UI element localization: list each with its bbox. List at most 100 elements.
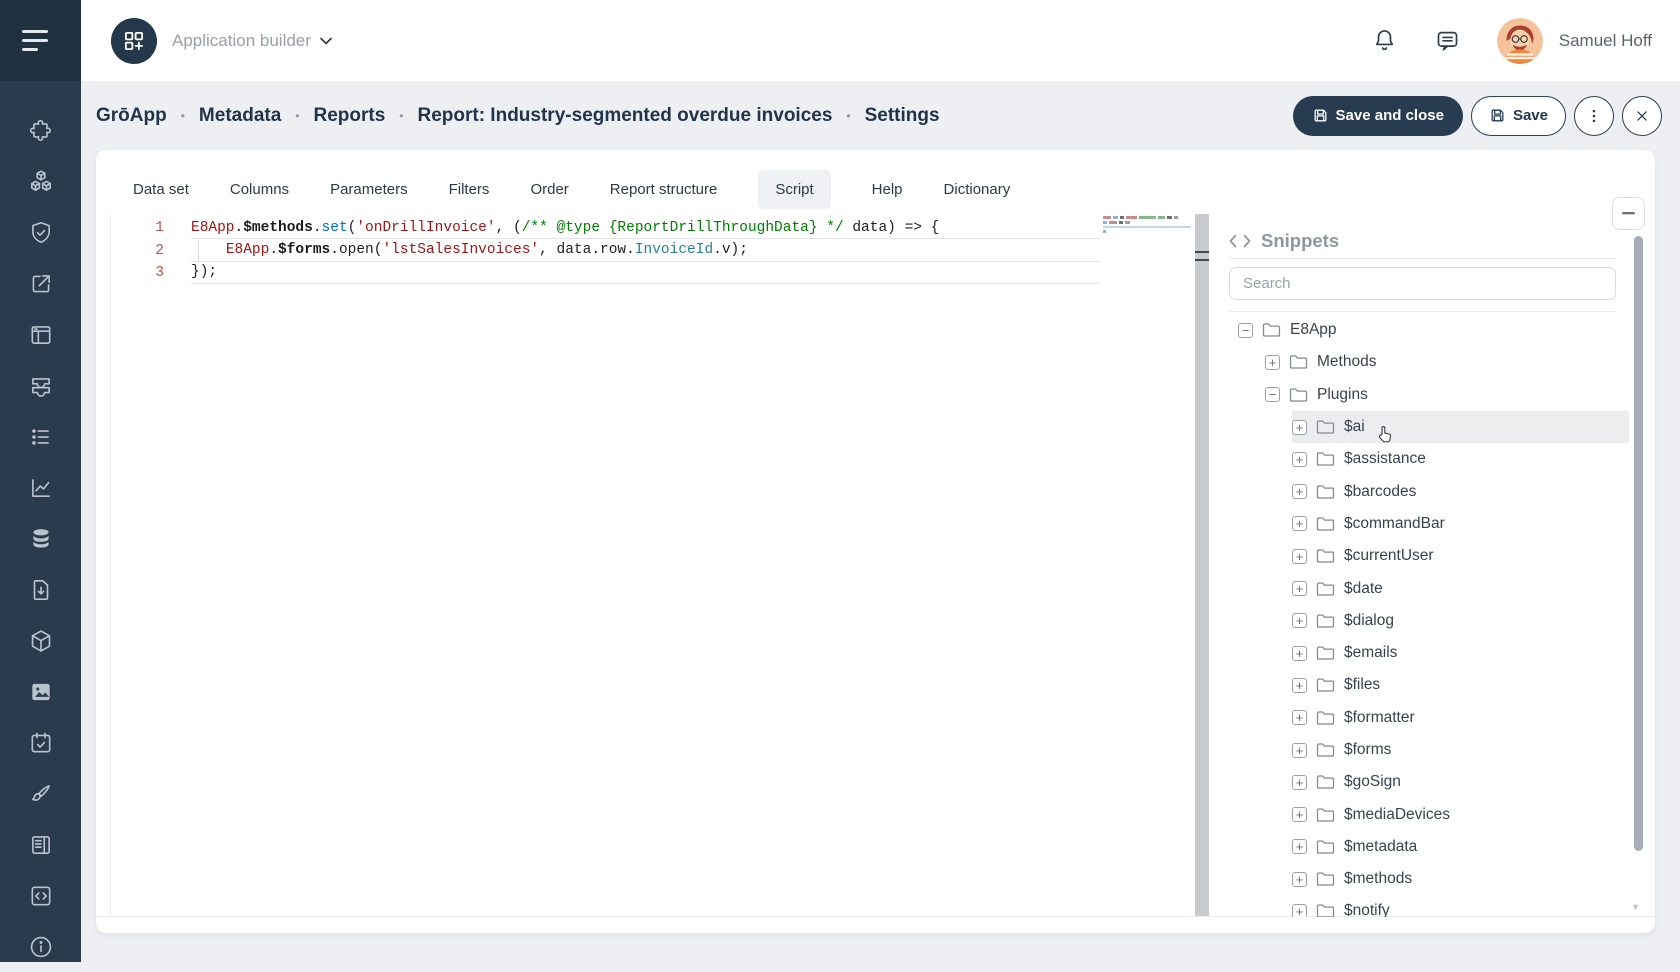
expand-toggle[interactable]: + [1292, 678, 1307, 693]
tree-item-methods[interactable]: +Methods [1265, 346, 1629, 378]
sidebar-item-inbox-stack[interactable] [0, 360, 81, 411]
expand-toggle[interactable]: + [1292, 872, 1307, 887]
folder-icon [1316, 613, 1335, 629]
tab-help[interactable]: Help [872, 170, 903, 209]
tree-item-emails[interactable]: +$emails [1292, 637, 1629, 669]
snippets-search-input[interactable] [1229, 267, 1616, 300]
tree-item-currentuser[interactable]: + $currentUser [1292, 540, 1629, 572]
tree-item-plugins[interactable]: −Plugins [1265, 379, 1629, 411]
expand-toggle[interactable]: + [1265, 355, 1280, 370]
tree-item-label: $dialog [1344, 612, 1394, 630]
expand-toggle[interactable]: − [1265, 387, 1280, 402]
sidebar-item-info[interactable] [0, 921, 81, 972]
tree-item-label: $assistance [1344, 450, 1426, 468]
tab-filters[interactable]: Filters [449, 170, 490, 209]
tab-parameters[interactable]: Parameters [330, 170, 408, 209]
breadcrumb-separator: • [399, 109, 403, 123]
close-button[interactable] [1622, 96, 1662, 136]
save-and-close-button[interactable]: Save and close [1293, 96, 1463, 136]
tree-item-label: $forms [1344, 741, 1391, 759]
sidebar-item-cube[interactable] [0, 615, 81, 666]
expand-toggle[interactable]: + [1292, 743, 1307, 758]
expand-toggle[interactable]: + [1292, 904, 1307, 917]
tree-item-barcodes[interactable]: +$barcodes [1292, 475, 1629, 507]
tab-order[interactable]: Order [530, 170, 568, 209]
folder-icon [1289, 387, 1308, 403]
expand-toggle[interactable]: + [1292, 516, 1307, 531]
expand-toggle[interactable]: + [1292, 775, 1307, 790]
tree-item-files[interactable]: +$files [1292, 669, 1629, 701]
expand-toggle[interactable]: + [1292, 420, 1307, 435]
scrollbar-thumb[interactable] [1634, 236, 1643, 851]
sidebar-item-news[interactable] [0, 819, 81, 870]
tree-item-forms[interactable]: + $forms [1292, 734, 1629, 766]
messages-button[interactable] [1434, 27, 1461, 54]
expand-toggle[interactable]: + [1292, 484, 1307, 499]
tree-item-metadata[interactable]: +$metadata [1292, 831, 1629, 863]
scroll-down-icon[interactable]: ▾ [1633, 902, 1638, 913]
tab-report-structure[interactable]: Report structure [610, 170, 718, 209]
app-switcher[interactable]: Application builder [172, 31, 332, 51]
menu-toggle[interactable] [0, 0, 81, 81]
sidebar-item-blocks[interactable] [0, 156, 81, 207]
app-logo[interactable] [111, 18, 157, 64]
expand-toggle[interactable]: + [1292, 581, 1307, 596]
puzzle-icon [28, 118, 54, 144]
sidebar-item-line-chart[interactable] [0, 462, 81, 513]
tree-item-commandbar[interactable]: +$commandBar [1292, 508, 1629, 540]
tree-item-methods[interactable]: +$methods [1292, 863, 1629, 895]
breadcrumb-item[interactable]: Report: Industry-segmented overdue invoi… [417, 105, 832, 127]
breadcrumb-item[interactable]: Metadata [199, 105, 281, 127]
sidebar-item-layout-window[interactable] [0, 309, 81, 360]
sidebar-item-database[interactable] [0, 513, 81, 564]
sidebar-item-bullet-list[interactable] [0, 411, 81, 462]
tab-script[interactable]: Script [758, 170, 830, 209]
tree-item-notify[interactable]: +$notify [1292, 895, 1629, 917]
sidebar-item-puzzle[interactable] [0, 105, 81, 156]
sidebar [0, 0, 81, 962]
expand-toggle[interactable]: + [1292, 549, 1307, 564]
tree-item-date[interactable]: +$date [1292, 572, 1629, 604]
code-editor[interactable]: 1E8App.$methods.set('onDrillInvoice', (/… [110, 214, 1195, 916]
tab-data-set[interactable]: Data set [133, 170, 189, 209]
breadcrumb-item[interactable]: Settings [865, 105, 940, 127]
tab-dictionary[interactable]: Dictionary [944, 170, 1011, 209]
tab-columns[interactable]: Columns [230, 170, 289, 209]
sidebar-item-code-brackets[interactable] [0, 870, 81, 921]
sidebar-item-paint-brush[interactable] [0, 768, 81, 819]
notifications-button[interactable] [1371, 27, 1398, 54]
editor-minimap[interactable] [1103, 216, 1191, 235]
breadcrumb-item[interactable]: GrōApp [96, 105, 167, 127]
snippets-scrollbar[interactable]: ▾ [1632, 224, 1645, 916]
sidebar-item-external-link[interactable] [0, 258, 81, 309]
tree-item-e8app[interactable]: −E8App [1238, 314, 1629, 346]
expand-toggle[interactable]: + [1292, 646, 1307, 661]
sidebar-item-file-download[interactable] [0, 564, 81, 615]
breadcrumb-item[interactable]: Reports [313, 105, 385, 127]
user-menu: Samuel Hoff [1497, 18, 1652, 64]
editor-panel-resizer[interactable] [1195, 214, 1209, 916]
expand-toggle[interactable]: + [1292, 452, 1307, 467]
app-title-label: Application builder [172, 31, 311, 51]
code-text: E8App.$forms.open('lstSalesInvoices', da… [191, 239, 1100, 261]
sidebar-item-shield-check[interactable] [0, 207, 81, 258]
code-brackets-icon [28, 883, 54, 909]
expand-toggle[interactable]: + [1292, 613, 1307, 628]
tree-item-assistance[interactable]: + $assistance [1292, 443, 1629, 475]
code-icon [1229, 234, 1251, 248]
expand-toggle[interactable]: + [1292, 839, 1307, 854]
expand-toggle[interactable]: + [1292, 710, 1307, 725]
tree-item-formatter[interactable]: +$formatter [1292, 702, 1629, 734]
tree-item-dialog[interactable]: + $dialog [1292, 605, 1629, 637]
sidebar-item-image[interactable] [0, 666, 81, 717]
avatar[interactable] [1497, 18, 1543, 64]
save-button[interactable]: Save [1471, 96, 1566, 136]
expand-toggle[interactable]: − [1238, 323, 1253, 338]
tree-item-ai[interactable]: +$ai [1292, 411, 1629, 443]
expand-toggle[interactable]: + [1292, 807, 1307, 822]
more-options-button[interactable] [1574, 96, 1614, 136]
tree-item-gosign[interactable]: +$goSign [1292, 766, 1629, 798]
tree-item-mediadevices[interactable]: +$mediaDevices [1292, 798, 1629, 830]
sidebar-item-calendar-check[interactable] [0, 717, 81, 768]
tree-item-label: $currentUser [1344, 547, 1434, 565]
